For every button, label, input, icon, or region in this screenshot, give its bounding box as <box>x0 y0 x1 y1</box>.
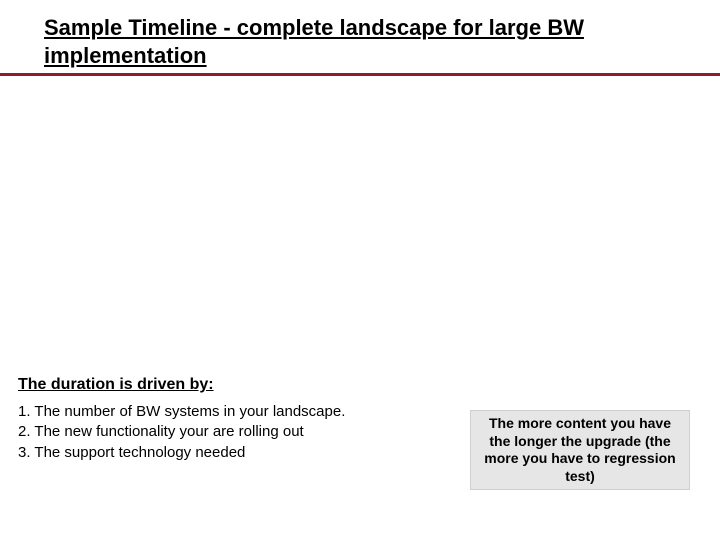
duration-item: 2. The new functionality your are rollin… <box>18 422 418 442</box>
slide-title: Sample Timeline - complete landscape for… <box>44 14 640 69</box>
divider-rule <box>0 73 720 76</box>
duration-heading: The duration is driven by: <box>18 376 418 394</box>
duration-item: 3. The support technology needed <box>18 443 418 463</box>
note-box: The more content you have the longer the… <box>470 410 690 490</box>
duration-item: 1. The number of BW systems in your land… <box>18 402 418 422</box>
duration-block: The duration is driven by: 1. The number… <box>18 376 418 463</box>
duration-list: 1. The number of BW systems in your land… <box>18 402 418 463</box>
slide: Sample Timeline - complete landscape for… <box>0 0 720 540</box>
title-block: Sample Timeline - complete landscape for… <box>0 0 640 75</box>
